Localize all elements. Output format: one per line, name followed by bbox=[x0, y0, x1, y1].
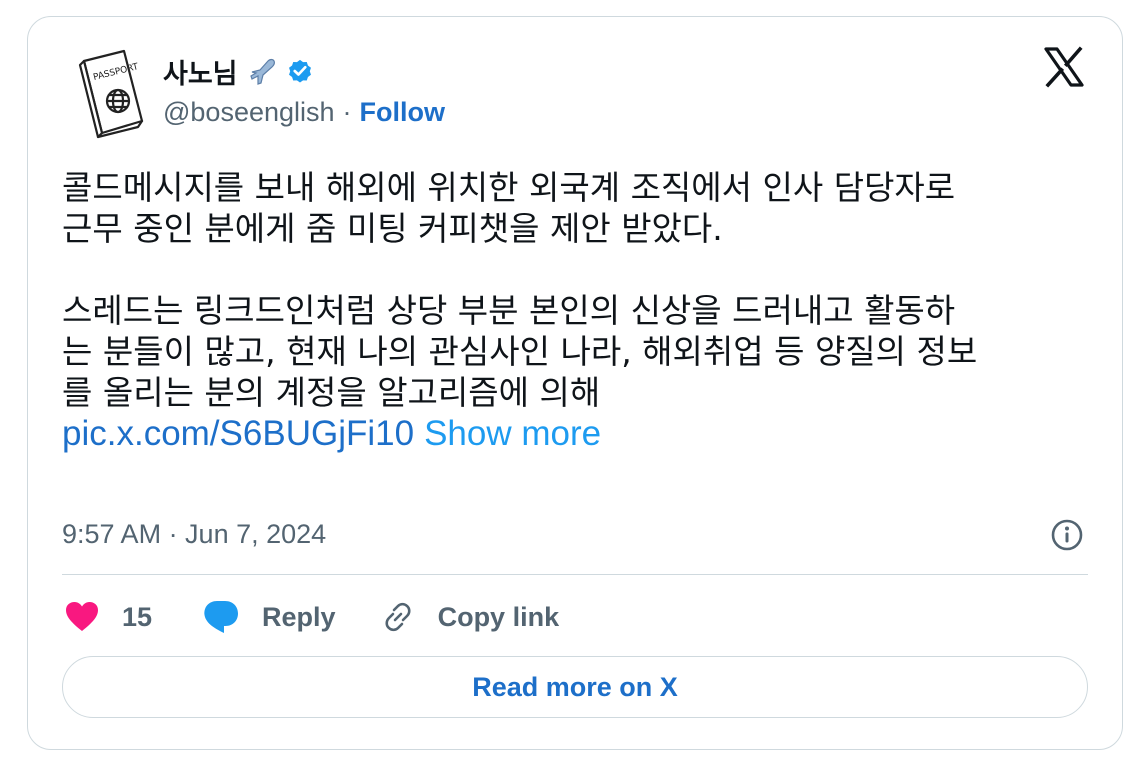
reply-label: Reply bbox=[262, 601, 336, 632]
tweet-link-row: pic.x.com/S6BUGjFi10 Show more bbox=[62, 413, 1102, 454]
show-more-link[interactable]: Show more bbox=[424, 414, 601, 453]
passport-avatar-icon[interactable]: PASSPORT bbox=[62, 41, 162, 141]
tweet-timestamp[interactable]: 9:57 AM · Jun 7, 2024 bbox=[62, 517, 326, 551]
author-name-row: 사노님 bbox=[163, 52, 314, 91]
tweet-text: 콜드메시지를 보내 해외에 위치한 외국계 조직에서 인사 담당자로 근무 중인… bbox=[62, 167, 1102, 454]
link-chain-icon bbox=[385, 602, 411, 632]
like-count: 15 bbox=[122, 601, 153, 632]
heart-icon bbox=[66, 602, 98, 631]
tweet-line: 를 올리는 분의 계정을 알고리즘에 의해 bbox=[62, 373, 601, 412]
follow-button[interactable]: Follow bbox=[360, 97, 445, 128]
x-logo-icon[interactable] bbox=[1042, 45, 1086, 89]
copy-link-label: Copy link bbox=[437, 601, 560, 632]
tweet-line: 는 분들이 많고, 현재 나의 관심사인 나라, 해외취업 등 양질의 정보 bbox=[62, 332, 978, 371]
author-handle-row: @boseenglish · Follow bbox=[163, 95, 445, 129]
read-more-button[interactable]: Read more on X bbox=[62, 656, 1088, 718]
author-display-name[interactable]: 사노님 bbox=[163, 52, 238, 91]
info-icon[interactable] bbox=[1050, 518, 1084, 552]
tweet-line: 근무 중인 분에게 줌 미팅 커피챗을 제안 받았다. bbox=[62, 209, 723, 248]
tweet-line: 스레드는 링크드인처럼 상당 부분 본인의 신상을 드러내고 활동하 bbox=[62, 291, 956, 330]
action-bar: 15 Reply Copy link bbox=[64, 595, 559, 639]
reply-button[interactable]: Reply bbox=[202, 599, 336, 635]
like-button[interactable]: 15 bbox=[64, 600, 152, 634]
divider bbox=[62, 574, 1088, 575]
copy-link-button[interactable]: Copy link bbox=[380, 599, 560, 635]
airplane-icon bbox=[249, 58, 275, 85]
verified-badge-icon bbox=[288, 59, 311, 83]
separator-dot: · bbox=[342, 96, 352, 127]
tweet-line: 콜드메시지를 보내 해외에 위치한 외국계 조직에서 인사 담당자로 bbox=[62, 168, 956, 207]
tweet-card: PASSPORT 사노님 @boseenglish · Follow 콜드메시지… bbox=[27, 16, 1123, 750]
author-handle[interactable]: @boseenglish bbox=[163, 97, 335, 128]
reply-bubble-icon bbox=[204, 601, 239, 633]
pic-link[interactable]: pic.x.com/S6BUGjFi10 bbox=[62, 414, 414, 453]
